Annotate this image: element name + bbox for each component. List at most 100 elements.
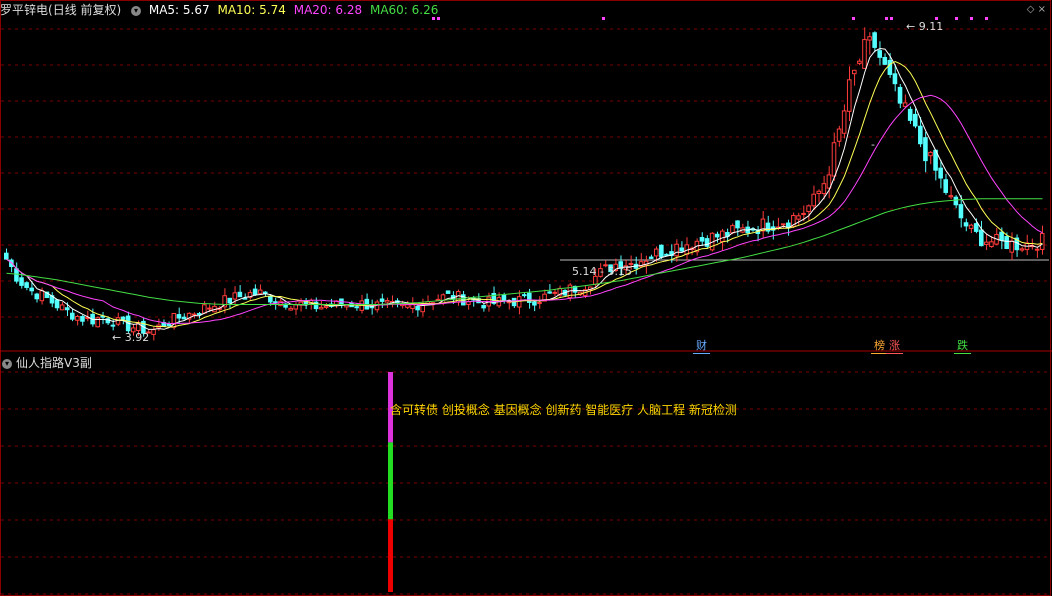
candle-body (1034, 248, 1040, 251)
event-tag-fall[interactable]: 跌 (954, 338, 971, 354)
candle-body (1039, 233, 1045, 250)
kline-chart[interactable]: ← 9.11 ← 3.92 5.14 - 5.15 - (0, 0, 1052, 596)
range-label: 5.14 - 5.15 (572, 265, 632, 278)
candle-body (699, 237, 705, 242)
concept-tags: 含可转债 创投概念 基因概念 创新药 智能医疗 人脑工程 新冠检测 (390, 403, 737, 417)
candle-body (232, 292, 238, 300)
candle-body (532, 301, 537, 306)
candle-body (501, 294, 507, 302)
candle-body (943, 179, 949, 193)
candle-body (938, 167, 943, 179)
high-label: ← 9.11 (906, 20, 943, 33)
candle-body (877, 50, 883, 58)
candle-body (963, 222, 969, 227)
ma20-label: MA20: 6.28 (293, 3, 363, 17)
candle-body (70, 312, 75, 320)
candle-body (262, 291, 268, 294)
event-tag-rise[interactable]: 涨 (886, 338, 903, 354)
ma60-label: MA60: 6.26 (369, 3, 439, 17)
signal-marker (970, 17, 973, 20)
candle-body (14, 268, 19, 282)
candle-body (4, 252, 9, 260)
candle-body (720, 230, 725, 243)
candle-body (872, 32, 877, 48)
candle-body (912, 113, 918, 127)
candle-body (984, 241, 989, 245)
candle-body (29, 287, 34, 292)
candle-body (481, 305, 486, 309)
candle-body (948, 195, 954, 198)
ma20-line (6, 94, 1043, 325)
candle-body (679, 247, 684, 252)
candle-body (841, 110, 847, 134)
candle-body (547, 291, 552, 294)
candle-body (836, 128, 842, 142)
candle-body (674, 243, 679, 257)
candle-body (806, 205, 811, 212)
candle-body (714, 233, 720, 238)
candle-body (181, 316, 187, 320)
candle-body (24, 282, 29, 288)
candle-body (989, 241, 994, 248)
low-label: ← 3.92 (112, 331, 149, 344)
candle-body (207, 307, 212, 310)
candle-body (110, 324, 116, 327)
candle-body (907, 108, 913, 121)
candle-body (831, 142, 837, 177)
candle-body (64, 307, 70, 311)
event-tag-finance[interactable]: 财 (693, 338, 710, 354)
candle-body (653, 248, 659, 257)
candle-body (897, 86, 903, 104)
candle-body (826, 174, 832, 189)
candle-body (34, 293, 40, 300)
candle-body (405, 304, 410, 308)
candle-body (268, 296, 273, 303)
candle-body (39, 290, 45, 302)
indicator-bar-segment (388, 519, 393, 592)
candle-body (928, 151, 933, 157)
candle-body (648, 256, 654, 259)
candle-body (923, 137, 928, 162)
ma5-line (6, 47, 1043, 330)
candle-body (323, 305, 329, 308)
candle-body (521, 294, 527, 297)
candle-body (354, 306, 359, 309)
candle-body (958, 204, 964, 219)
candle-body (1019, 248, 1025, 251)
signal-marker (602, 17, 605, 20)
candle-body (664, 253, 669, 256)
candle-body (892, 73, 898, 85)
candle-body (288, 307, 293, 311)
candle-body (735, 220, 740, 229)
chevron-down-icon[interactable]: ▾ (2, 358, 12, 369)
candle-body (1004, 236, 1009, 250)
candle-body (552, 291, 558, 294)
indicator-title[interactable]: 仙人指路V3副 (16, 356, 92, 370)
candle-body (999, 231, 1004, 241)
candle-body (918, 125, 923, 145)
signal-marker (985, 17, 988, 20)
candle-body (821, 183, 827, 195)
candle-body (887, 59, 893, 75)
candle-body (846, 79, 852, 112)
signal-marker (935, 17, 938, 20)
candle-body (537, 301, 542, 304)
candle-body (811, 193, 816, 207)
stock-name[interactable]: 罗平锌电 (0, 3, 48, 17)
indicator-bar-segment (388, 442, 393, 520)
signal-marker (852, 17, 855, 20)
candle-body (196, 313, 202, 316)
candle-body (227, 297, 233, 304)
chevron-down-icon[interactable]: ▾ (131, 5, 142, 16)
candle-body (379, 298, 385, 302)
candle-body (273, 301, 278, 304)
candle-body (953, 196, 959, 206)
chart-frame (0, 0, 1051, 596)
signal-marker (890, 17, 893, 20)
candle-body (19, 277, 24, 286)
ma60-line (6, 198, 1043, 305)
candle-body (75, 315, 80, 321)
ma10-line (6, 60, 1043, 328)
diamond-icon[interactable]: ◇ × (1027, 4, 1046, 15)
candle-body (80, 316, 85, 322)
